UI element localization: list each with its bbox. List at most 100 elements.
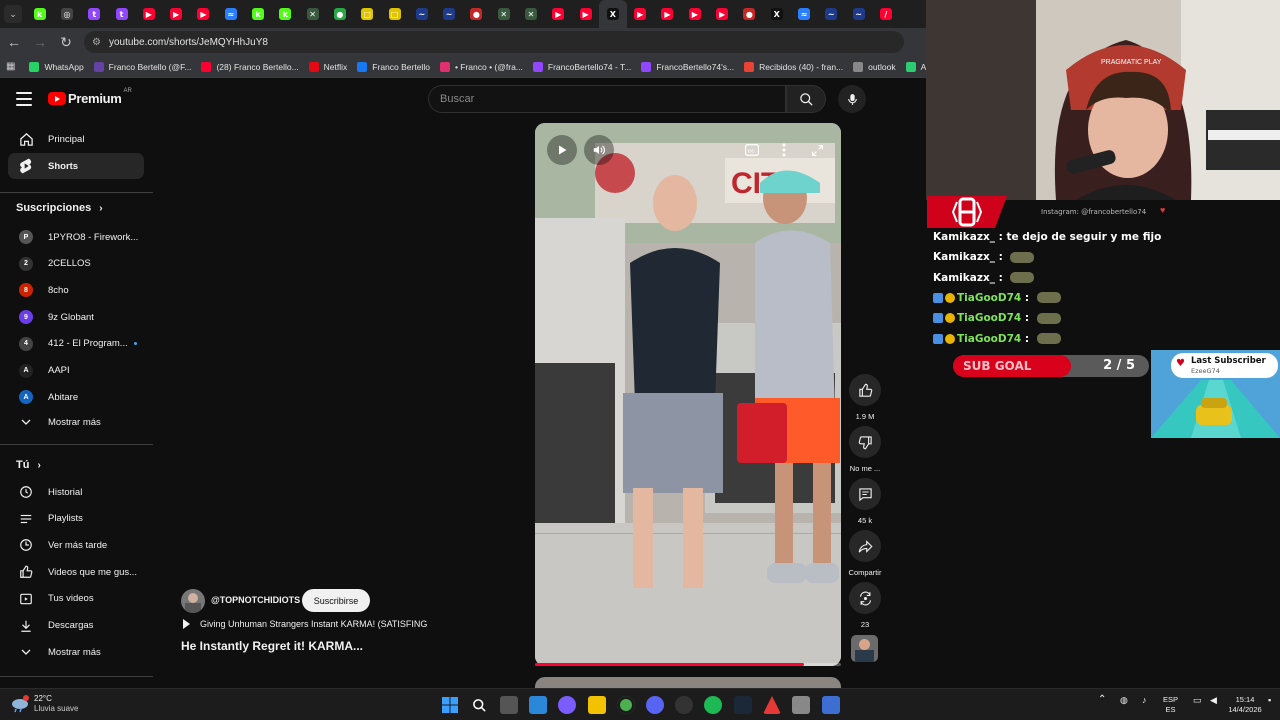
store-icon[interactable]: [529, 696, 547, 714]
browser-tab[interactable]: t: [108, 0, 135, 28]
browser-tab[interactable]: /: [872, 0, 899, 28]
browser-tab[interactable]: X: [599, 0, 627, 28]
bookmark-item[interactable]: FrancoBertello74's...: [641, 61, 734, 72]
steam-icon[interactable]: [734, 696, 752, 714]
remix-action[interactable]: 23: [848, 582, 882, 629]
browser-tab[interactable]: ●: [326, 0, 353, 28]
taskbar-search-icon[interactable]: [470, 696, 488, 714]
you-item[interactable]: Ver más tarde: [8, 532, 144, 558]
bookmark-item[interactable]: WhatsApp: [29, 61, 84, 72]
site-info-icon[interactable]: ⚙: [92, 37, 101, 48]
captions-button[interactable]: CC: [741, 139, 763, 161]
channel-avatar[interactable]: [181, 589, 205, 613]
app-icon[interactable]: [558, 696, 576, 714]
browser-tab[interactable]: ▶: [627, 0, 654, 28]
you-item[interactable]: Descargas: [8, 613, 144, 639]
subscription-item[interactable]: A Abitare: [8, 384, 144, 410]
remix-icon[interactable]: [849, 582, 881, 614]
subscription-item[interactable]: A AAPI: [8, 358, 144, 384]
browser-tab[interactable]: ~: [845, 0, 872, 28]
browser-tab[interactable]: ●: [736, 0, 763, 28]
network-icon[interactable]: ◍: [1120, 695, 1128, 705]
notifications-icon[interactable]: ▪: [1268, 695, 1271, 705]
browser-tab[interactable]: k: [244, 0, 271, 28]
bookmark-item[interactable]: FrancoBertello74 - T...: [532, 61, 631, 72]
bookmark-item[interactable]: Aler: [905, 61, 926, 72]
browser-tab[interactable]: ▶: [135, 0, 162, 28]
browser-tab[interactable]: k: [272, 0, 299, 28]
sound-thumbnail[interactable]: [851, 635, 878, 662]
chrome-icon[interactable]: [617, 696, 635, 714]
next-short-preview[interactable]: [535, 677, 841, 688]
browser-tab[interactable]: ▶: [681, 0, 708, 28]
bookmark-item[interactable]: outlook: [853, 61, 896, 72]
browser-tab[interactable]: ≈: [217, 0, 244, 28]
reload-icon[interactable]: ↻: [54, 30, 78, 54]
browser-tab[interactable]: ≈: [790, 0, 817, 28]
app-icon[interactable]: [763, 696, 781, 714]
browser-tab[interactable]: □: [381, 0, 408, 28]
volume-button[interactable]: [584, 135, 614, 165]
discord-icon[interactable]: [646, 696, 664, 714]
comments-action[interactable]: 45 k: [848, 478, 882, 525]
bookmark-item[interactable]: Franco Bertello: [357, 61, 430, 72]
browser-tab[interactable]: ▶: [190, 0, 217, 28]
subscription-item[interactable]: 8 8cho: [8, 277, 144, 303]
subscription-item[interactable]: 2 2CELLOS: [8, 251, 144, 277]
you-item[interactable]: Playlists: [8, 506, 144, 532]
browser-tab[interactable]: ~: [818, 0, 845, 28]
obs-icon[interactable]: [675, 696, 693, 714]
browser-tab[interactable]: ▶: [162, 0, 189, 28]
sidebar-item-home[interactable]: Principal: [8, 126, 144, 152]
display-icon[interactable]: ▭: [1193, 695, 1202, 705]
browser-tab[interactable]: ▶: [654, 0, 681, 28]
music-link[interactable]: Giving Unhuman Strangers Instant KARMA! …: [183, 619, 427, 629]
back-icon[interactable]: ←: [2, 30, 26, 54]
like-action[interactable]: 1.9 M: [848, 374, 882, 421]
browser-tab[interactable]: ▶: [545, 0, 572, 28]
tray-chevron-up-icon[interactable]: ⌃: [1098, 695, 1106, 705]
url-input[interactable]: ⚙ youtube.com/shorts/JeMQYHhJuY8: [84, 31, 904, 53]
subscription-item[interactable]: P 1PYRO8 - Firework...: [8, 224, 144, 250]
browser-tab[interactable]: k: [26, 0, 53, 28]
channel-name[interactable]: @TOPNOTCHIDIOTS: [211, 595, 300, 605]
bookmark-item[interactable]: Recibidos (40) - fran...: [744, 61, 843, 72]
search-input[interactable]: Buscar: [428, 85, 786, 113]
menu-icon[interactable]: [14, 89, 34, 109]
comment-icon[interactable]: [849, 478, 881, 510]
forward-icon[interactable]: →: [28, 30, 52, 54]
show-more-subscriptions[interactable]: Mostrar más: [8, 409, 144, 435]
share-action[interactable]: Compartir: [848, 530, 882, 577]
browser-tab[interactable]: ✕: [299, 0, 326, 28]
share-icon[interactable]: [849, 530, 881, 562]
you-header[interactable]: Tú ›: [16, 459, 41, 471]
app-icon[interactable]: [792, 696, 810, 714]
task-view-icon[interactable]: [500, 696, 518, 714]
dislike-action[interactable]: No me ...: [848, 426, 882, 473]
play-button[interactable]: [547, 135, 577, 165]
clock[interactable]: 15:14 14/4/2026: [1225, 695, 1265, 715]
browser-tab[interactable]: ●: [463, 0, 490, 28]
fullscreen-button[interactable]: [806, 139, 828, 161]
sidebar-item-shorts[interactable]: Shorts: [8, 153, 144, 179]
browser-tab[interactable]: ◎: [53, 0, 80, 28]
bookmark-item[interactable]: (28) Franco Bertello...: [201, 61, 299, 72]
bookmark-item[interactable]: Franco Bertello (@F...: [93, 61, 191, 72]
show-more-you[interactable]: Mostrar más: [8, 639, 144, 665]
browser-tab[interactable]: ~: [435, 0, 462, 28]
search-button[interactable]: [786, 85, 826, 113]
tab-search-icon[interactable]: ⌄: [4, 5, 22, 23]
language-indicator[interactable]: ESP ES: [1163, 695, 1178, 715]
browser-tab[interactable]: ✕: [517, 0, 544, 28]
apps-icon[interactable]: ▦: [6, 61, 15, 72]
subscriptions-header[interactable]: Suscripciones ›: [16, 202, 103, 214]
browser-tab[interactable]: ✕: [490, 0, 517, 28]
spotify-icon[interactable]: [704, 696, 722, 714]
video-title[interactable]: He Instantly Regret it! KARMA...: [181, 639, 363, 653]
shorts-video-player[interactable]: CIT CC: [535, 123, 841, 666]
subscription-item[interactable]: 9 9z Globant: [8, 304, 144, 330]
bookmark-item[interactable]: • Franco • (@fra...: [439, 61, 523, 72]
you-item[interactable]: Historial: [8, 479, 144, 505]
youtube-premium-logo[interactable]: Premium AR: [48, 88, 132, 106]
volume-icon[interactable]: ◀: [1210, 695, 1217, 705]
